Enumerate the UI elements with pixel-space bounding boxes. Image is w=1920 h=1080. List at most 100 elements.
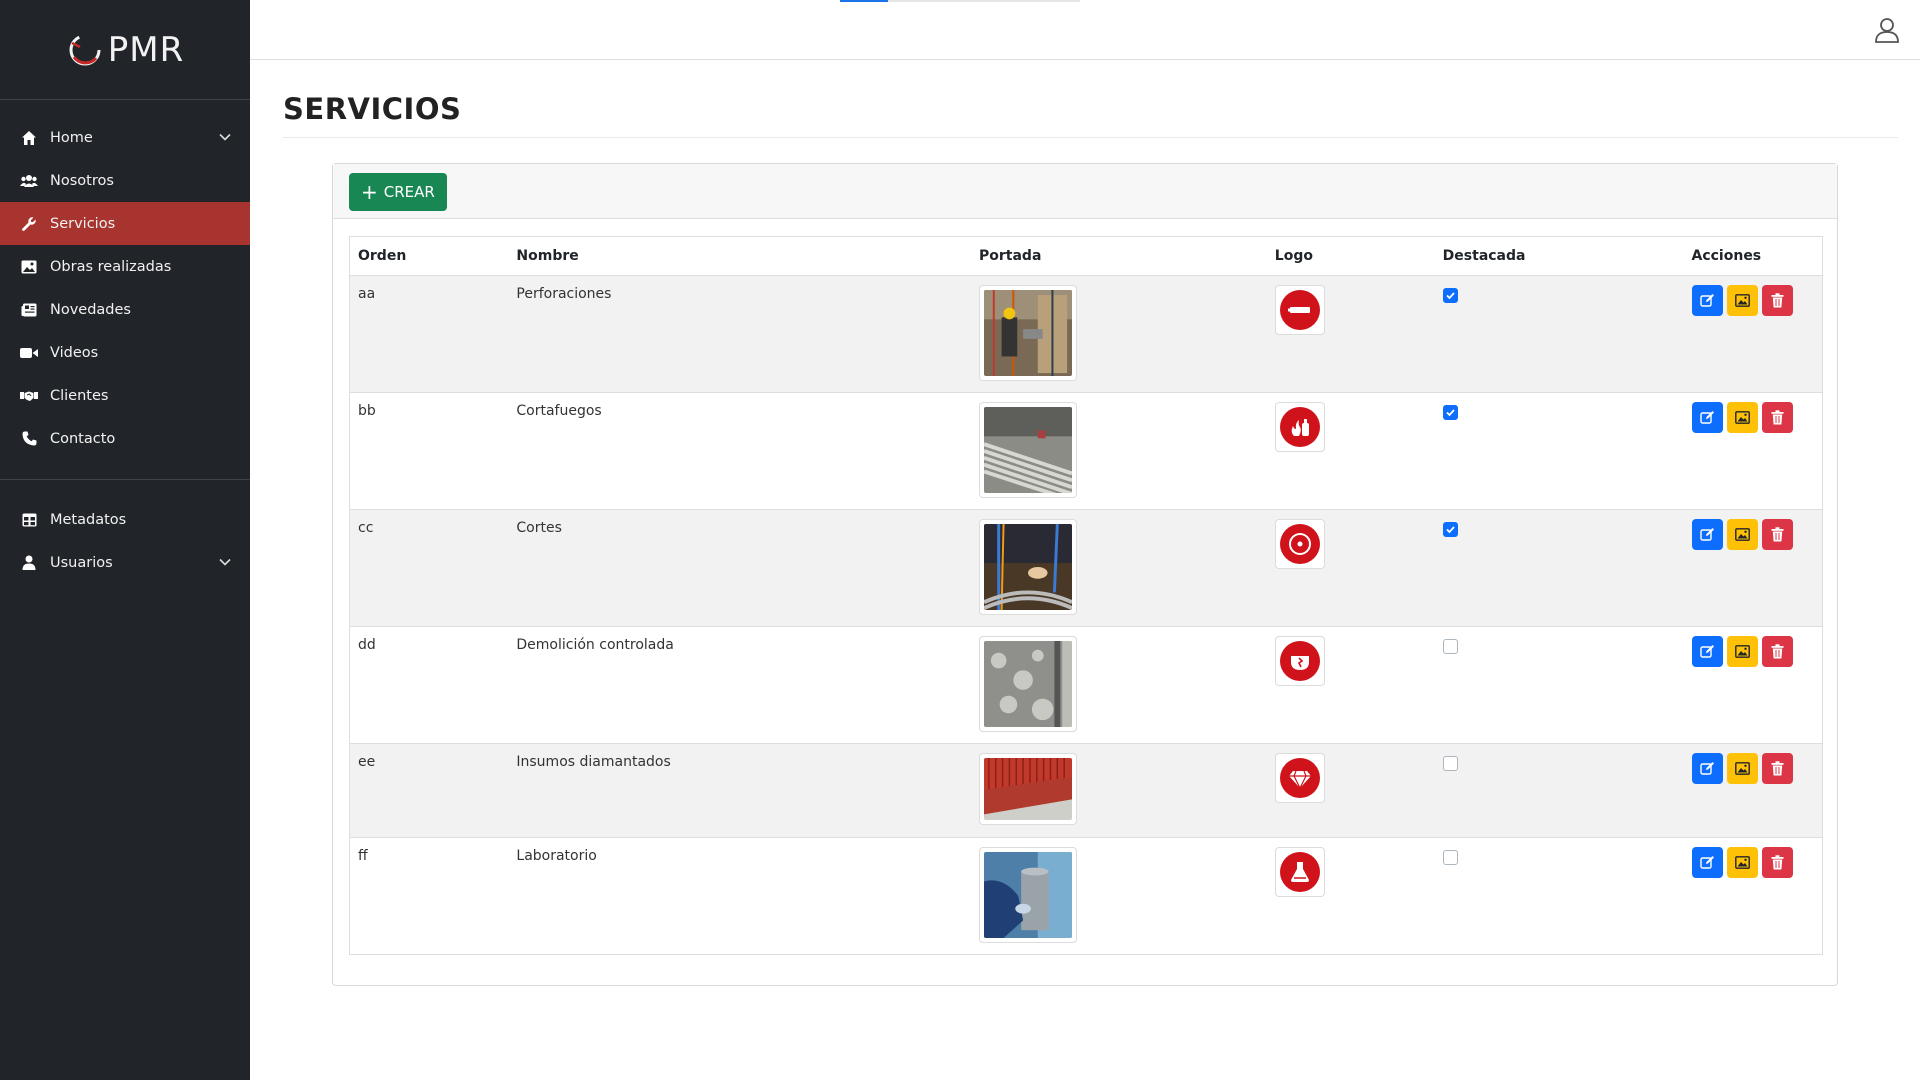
image-icon [1734,856,1750,869]
cell-portada [971,392,1267,510]
column-header-orden[interactable]: Orden [349,236,509,276]
cell-portada [971,275,1267,393]
sidebar-divider [0,479,250,480]
chevron-down-icon [218,555,232,573]
sidebar-item-label: Usuarios [50,554,113,571]
featured-checkbox[interactable] [1442,288,1458,303]
user-account-icon[interactable] [1874,17,1900,43]
cover-thumbnail[interactable] [979,402,1077,499]
sidebar-item-servicios[interactable]: Servicios [0,202,250,245]
image-button[interactable] [1726,402,1758,433]
video-icon [20,344,38,362]
column-header-acciones: Acciones [1683,236,1823,276]
sidebar-item-metadatos[interactable]: Metadatos [0,498,250,541]
cell-destacada [1434,509,1684,627]
sidebar-item-label: Metadatos [50,511,127,528]
service-logo [1274,636,1325,686]
featured-checkbox[interactable] [1442,756,1458,771]
sidebar-item-home[interactable]: Home [0,116,250,159]
edit-button[interactable] [1691,285,1723,316]
sidebar-item-label: Nosotros [50,172,114,189]
image-icon [1734,411,1750,424]
image-icon [1734,645,1750,658]
featured-checkbox[interactable] [1442,522,1458,537]
image-button[interactable] [1726,636,1758,667]
sidebar-item-clientes[interactable]: Clientes [0,374,250,417]
column-header-portada[interactable]: Portada [971,236,1267,276]
column-header-destacada[interactable]: Destacada [1434,236,1684,276]
cell-acciones [1683,626,1823,744]
trash-icon [1771,644,1783,659]
cell-logo [1266,275,1435,393]
image-button[interactable] [1726,519,1758,550]
cover-thumbnail[interactable] [979,847,1077,943]
cell-portada [971,743,1267,838]
delete-button[interactable] [1761,753,1793,784]
cell-acciones [1683,509,1823,627]
service-logo [1274,285,1325,335]
users-icon [20,172,38,190]
row-actions [1691,847,1815,878]
image-button[interactable] [1726,753,1758,784]
edit-button[interactable] [1691,402,1723,433]
service-logo [1274,519,1325,569]
edit-button[interactable] [1691,636,1723,667]
cell-nombre: Cortes [508,509,971,627]
trash-icon [1771,761,1783,776]
row-actions [1691,402,1815,433]
sidebar-nav: Home Nosotros Servicios Obras realizadas [0,100,250,584]
featured-checkbox[interactable] [1442,850,1458,865]
cover-thumbnail[interactable] [979,753,1077,825]
cover-thumbnail[interactable] [979,636,1077,732]
plus-icon: + [361,180,378,204]
cell-destacada [1434,626,1684,744]
delete-button[interactable] [1761,519,1793,550]
cell-portada [971,837,1267,955]
image-button[interactable] [1726,285,1758,316]
table-row: ff Laboratorio [349,837,1823,955]
column-header-logo[interactable]: Logo [1266,236,1435,276]
cell-acciones [1683,392,1823,510]
page-title: SERVICIOS [283,92,462,126]
delete-button[interactable] [1761,847,1793,878]
brand-logo[interactable]: PMR [0,0,250,100]
sidebar-item-nosotros[interactable]: Nosotros [0,159,250,202]
broken-wall-icon [1279,641,1320,681]
phone-icon [20,430,38,448]
sidebar-item-usuarios[interactable]: Usuarios [0,541,250,584]
column-header-nombre[interactable]: Nombre [508,236,971,276]
edit-button[interactable] [1691,847,1723,878]
trash-icon [1771,855,1783,870]
image-button[interactable] [1726,847,1758,878]
drill-icon [1279,290,1320,330]
cover-thumbnail[interactable] [979,519,1077,615]
featured-checkbox[interactable] [1442,405,1458,420]
brand-name: PMR [107,29,185,70]
delete-button[interactable] [1761,285,1793,316]
create-button[interactable]: + CREAR [349,173,447,211]
delete-button[interactable] [1761,402,1793,433]
title-divider [283,137,1898,138]
edit-button[interactable] [1691,753,1723,784]
image-icon [1734,762,1750,775]
cell-orden: aa [349,275,509,393]
cover-thumbnail[interactable] [979,285,1077,381]
table-header-row: Orden Nombre Portada Logo Destacada Acci… [349,236,1823,276]
featured-checkbox[interactable] [1442,639,1458,654]
row-actions [1691,285,1815,316]
cell-destacada [1434,837,1684,955]
trash-icon [1771,410,1783,425]
cell-acciones [1683,837,1823,955]
sidebar-item-obras-realizadas[interactable]: Obras realizadas [0,245,250,288]
edit-icon [1699,856,1714,869]
sidebar-item-novedades[interactable]: Novedades [0,288,250,331]
delete-button[interactable] [1761,636,1793,667]
row-actions [1691,753,1815,784]
sidebar-item-videos[interactable]: Videos [0,331,250,374]
edit-button[interactable] [1691,519,1723,550]
handshake-icon [20,387,38,405]
cell-nombre: Insumos diamantados [508,743,971,838]
sidebar-item-label: Novedades [50,301,131,318]
service-logo [1274,402,1325,452]
sidebar-item-contacto[interactable]: Contacto [0,417,250,460]
